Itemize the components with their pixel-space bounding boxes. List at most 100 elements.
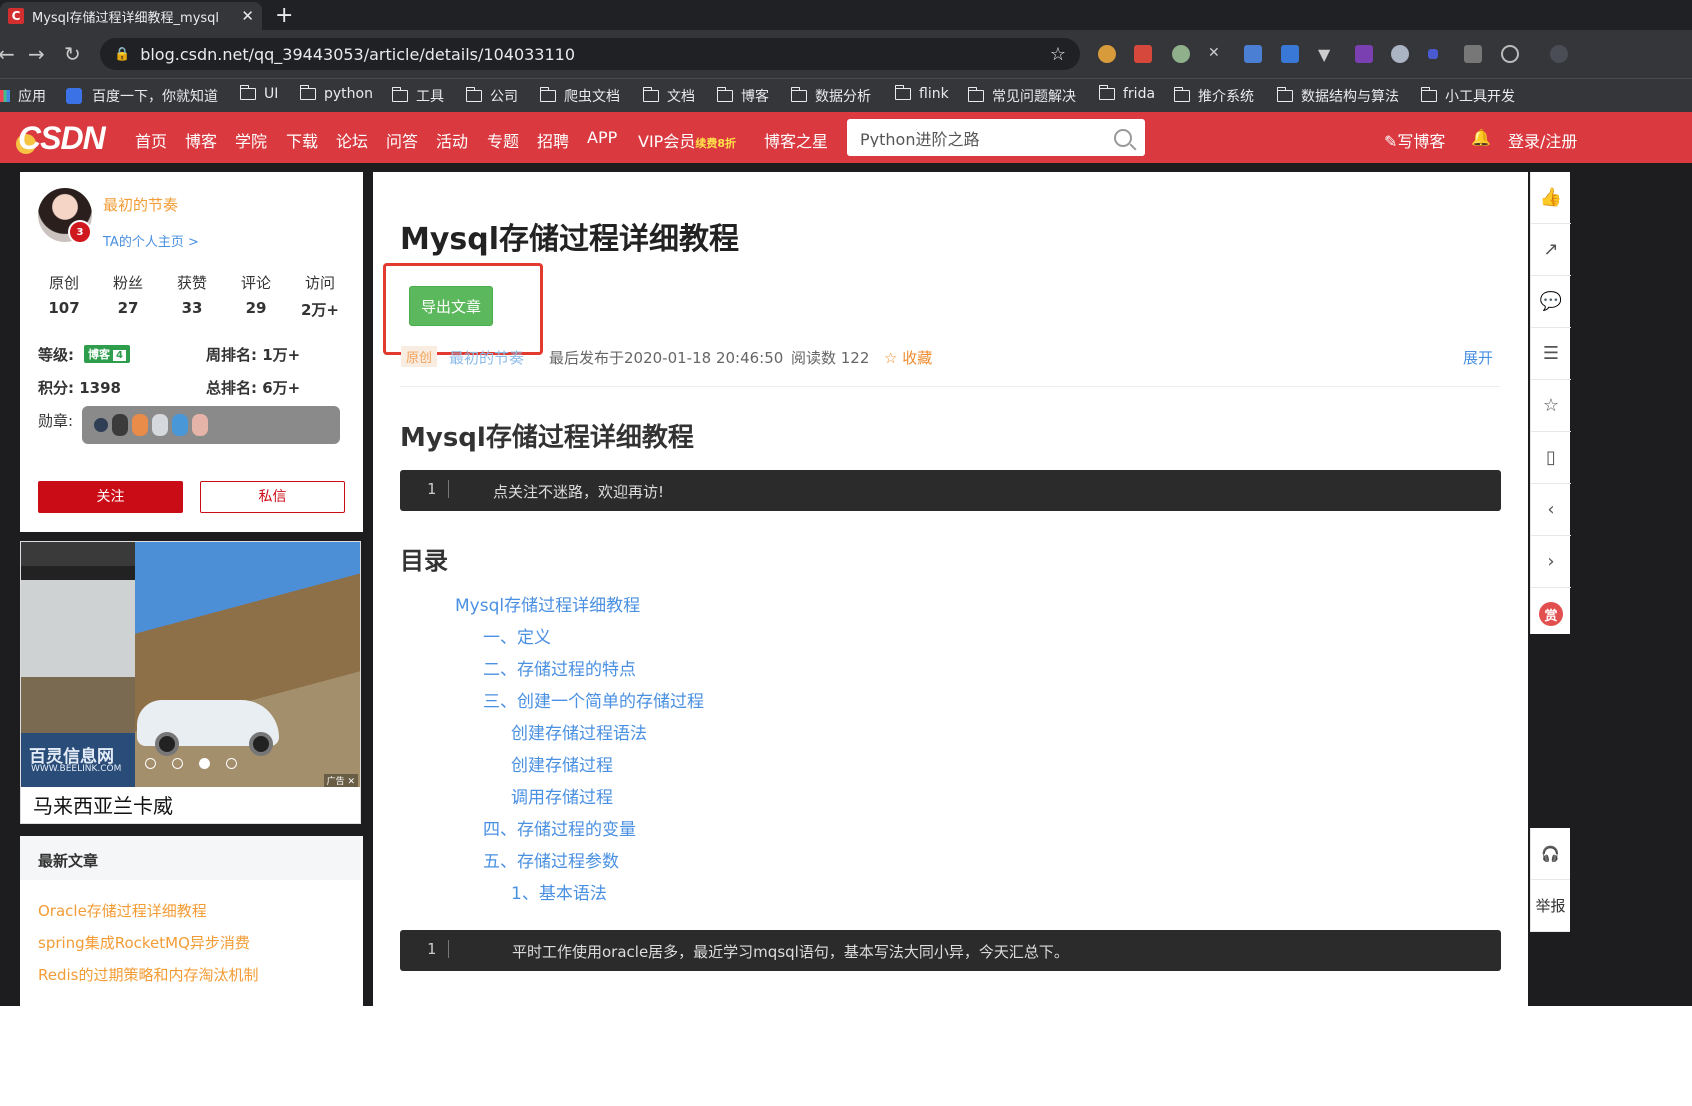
bookmark-frida[interactable]: frida bbox=[1098, 85, 1155, 102]
stat-fans[interactable]: 粉丝 27 bbox=[98, 272, 158, 317]
carousel-dot[interactable] bbox=[226, 758, 237, 769]
favorite-button[interactable]: ☆ 收藏 bbox=[884, 347, 932, 368]
toc-link[interactable]: 一、定义 bbox=[483, 623, 551, 648]
nav-activity[interactable]: 活动 bbox=[436, 128, 468, 152]
nav-jobs[interactable]: 招聘 bbox=[537, 128, 569, 152]
expand-link[interactable]: 展开 bbox=[1463, 347, 1493, 368]
extension-rp-icon[interactable] bbox=[1355, 45, 1373, 63]
nav-app[interactable]: APP bbox=[587, 128, 617, 147]
bookmark-blog[interactable]: 博客 bbox=[716, 86, 769, 106]
like-icon[interactable]: 👍 bbox=[1531, 172, 1571, 224]
bookmark-data-analysis[interactable]: 数据分析 bbox=[790, 86, 871, 106]
nav-academy[interactable]: 学院 bbox=[235, 128, 267, 152]
toc-link[interactable]: Mysql存储过程详细教程 bbox=[455, 591, 640, 616]
forward-icon[interactable]: → bbox=[28, 42, 45, 66]
toc-link[interactable]: 五、存储过程参数 bbox=[483, 847, 619, 872]
toc-link[interactable]: 二、存储过程的特点 bbox=[483, 655, 636, 680]
address-bar[interactable]: 🔒 blog.csdn.net/qq_39443053/article/deta… bbox=[100, 38, 1080, 70]
bookmark-recommend[interactable]: 推介系统 bbox=[1173, 86, 1254, 106]
bookmark-docs[interactable]: 文档 bbox=[642, 86, 695, 106]
nav-forum[interactable]: 论坛 bbox=[336, 128, 368, 152]
login-link[interactable]: 登录/注册 bbox=[1508, 128, 1577, 152]
latest-article-link[interactable]: spring集成RocketMQ异步消费 bbox=[38, 932, 250, 953]
comment-icon[interactable]: 💬 bbox=[1531, 276, 1571, 328]
medal-orange-icon[interactable] bbox=[132, 414, 148, 436]
extension-translate-icon[interactable] bbox=[1244, 45, 1262, 63]
bookmark-python[interactable]: python bbox=[299, 85, 373, 102]
close-tab-icon[interactable]: ✕ bbox=[241, 7, 254, 25]
export-article-button[interactable]: 导出文章 bbox=[409, 286, 493, 326]
medal-owl-icon[interactable] bbox=[94, 418, 108, 432]
author-name[interactable]: 最初的节奏 bbox=[103, 194, 178, 215]
extension-compass-icon[interactable] bbox=[1501, 45, 1519, 63]
nav-blog[interactable]: 博客 bbox=[185, 128, 217, 152]
carousel-dot[interactable] bbox=[172, 758, 183, 769]
bookmark-crawler-docs[interactable]: 爬虫文档 bbox=[539, 86, 620, 106]
bookmark-tool-dev[interactable]: 小工具开发 bbox=[1420, 86, 1515, 106]
extension-fe-icon[interactable] bbox=[1134, 45, 1152, 63]
toc-icon[interactable]: ☰ bbox=[1531, 328, 1571, 380]
mobile-icon[interactable]: ▯ bbox=[1531, 432, 1571, 484]
extension-cookie-icon[interactable] bbox=[1098, 45, 1116, 63]
bookmark-ui[interactable]: UI bbox=[239, 85, 278, 102]
stat-original[interactable]: 原创 107 bbox=[34, 272, 94, 317]
medal-blue-icon[interactable] bbox=[172, 414, 188, 436]
bookmark-algorithms[interactable]: 数据结构与算法 bbox=[1276, 86, 1399, 106]
favorite-star-icon[interactable]: ☆ bbox=[1531, 380, 1571, 432]
advertisement[interactable]: 百灵信息网 WWW.BEELINK.COM 广告 ✕ 马来西亚兰卡威 bbox=[20, 541, 361, 824]
back-icon[interactable]: ← bbox=[0, 42, 15, 66]
extension-download-icon[interactable] bbox=[1281, 45, 1299, 63]
new-tab-icon[interactable]: + bbox=[275, 3, 293, 28]
toc-link[interactable]: 四、存储过程的变量 bbox=[483, 815, 636, 840]
previous-article-icon[interactable]: ‹ bbox=[1531, 484, 1571, 536]
toc-link[interactable]: 三、创建一个简单的存储过程 bbox=[483, 687, 704, 712]
follow-button[interactable]: 关注 bbox=[38, 481, 183, 513]
close-ad-icon[interactable]: ✕ bbox=[347, 777, 355, 787]
author-home-link[interactable]: TA的个人主页 > bbox=[103, 231, 199, 250]
reload-icon[interactable]: ↻ bbox=[64, 42, 81, 66]
nav-home[interactable]: 首页 bbox=[135, 128, 167, 152]
toc-link[interactable]: 调用存储过程 bbox=[511, 783, 613, 808]
extension-circle-icon[interactable] bbox=[1172, 45, 1190, 63]
bookmark-apps[interactable]: 应用 bbox=[0, 86, 46, 106]
carousel-dot[interactable] bbox=[145, 758, 156, 769]
write-blog-button[interactable]: ✎写博客 bbox=[1384, 128, 1445, 152]
private-message-button[interactable]: 私信 bbox=[200, 481, 345, 513]
next-article-icon[interactable]: › bbox=[1531, 536, 1571, 588]
report-button[interactable]: 举报 bbox=[1531, 880, 1570, 932]
csdn-logo[interactable]: CSDN bbox=[18, 120, 106, 157]
nav-download[interactable]: 下载 bbox=[286, 128, 318, 152]
level-badge[interactable]: 博客 4 bbox=[84, 345, 130, 363]
nav-qa[interactable]: 问答 bbox=[386, 128, 418, 152]
customer-service-icon[interactable]: 🎧 bbox=[1531, 828, 1570, 880]
medal-silver-icon[interactable] bbox=[152, 414, 168, 436]
extension-ring-icon[interactable] bbox=[1391, 45, 1409, 63]
toc-link[interactable]: 创建存储过程语法 bbox=[511, 719, 647, 744]
bookmark-company[interactable]: 公司 bbox=[465, 86, 518, 106]
search-icon[interactable] bbox=[1114, 128, 1132, 147]
latest-article-link[interactable]: Oracle存储过程详细教程 bbox=[38, 900, 207, 921]
extension-x-icon[interactable]: ✕ bbox=[1208, 45, 1226, 63]
latest-article-link[interactable]: Redis的过期策略和内存淘汰机制 bbox=[38, 964, 258, 985]
extension-d-icon[interactable] bbox=[1464, 45, 1482, 63]
nav-topics[interactable]: 专题 bbox=[487, 128, 519, 152]
medal-pink-icon[interactable] bbox=[192, 414, 208, 436]
bookmark-star-icon[interactable]: ☆ bbox=[1050, 44, 1066, 65]
extension-v-icon[interactable]: ▼ bbox=[1318, 45, 1336, 64]
article-author-link[interactable]: 最初的节奏 bbox=[449, 347, 524, 368]
share-icon[interactable]: ↗ bbox=[1531, 224, 1571, 276]
carousel-dot-active[interactable] bbox=[199, 758, 210, 769]
nav-vip[interactable]: VIP会员续费8折 bbox=[638, 128, 736, 152]
search-input[interactable] bbox=[860, 128, 1114, 147]
profile-avatar-icon[interactable] bbox=[1550, 45, 1568, 63]
extension-square-icon[interactable] bbox=[1428, 49, 1438, 59]
toc-link[interactable]: 创建存储过程 bbox=[511, 751, 613, 776]
toc-link[interactable]: 1、基本语法 bbox=[511, 879, 607, 904]
medal-50-icon[interactable] bbox=[112, 414, 128, 436]
reward-button[interactable]: 赏 bbox=[1531, 588, 1571, 640]
bookmark-flink[interactable]: flink bbox=[894, 85, 949, 102]
notification-bell-icon[interactable]: 🔔 bbox=[1471, 128, 1491, 147]
nav-blog-star[interactable]: 博客之星 bbox=[764, 128, 828, 152]
browser-tab[interactable]: C Mysql存储过程详细教程_mysql ✕ bbox=[0, 2, 262, 30]
bookmark-baidu[interactable]: 百度一下，你就知道 bbox=[66, 86, 218, 106]
